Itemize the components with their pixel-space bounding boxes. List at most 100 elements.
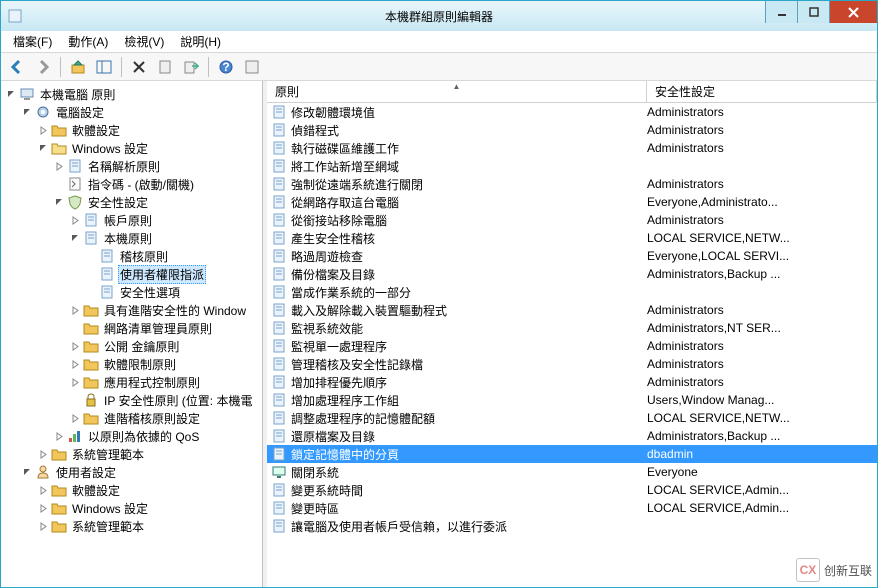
help-button[interactable]: ? [214,55,238,79]
expand-icon[interactable] [67,302,83,318]
policy-row[interactable]: 監視系統效能Administrators,NT SER... [267,319,877,337]
expand-icon[interactable] [67,338,83,354]
column-policy[interactable]: 原則▲ [267,81,647,102]
policy-row[interactable]: 修改韌體環境值Administrators [267,103,877,121]
export-button[interactable] [179,55,203,79]
minimize-button[interactable] [765,1,797,23]
up-button[interactable] [66,55,90,79]
policy-row[interactable]: 鎖定記憶體中的分頁dbadmin [267,445,877,463]
collapse-icon[interactable] [3,86,19,102]
policy-row[interactable]: 監視單一處理程序Administrators [267,337,877,355]
maximize-button[interactable] [797,1,829,23]
policy-row[interactable]: 關閉系統Everyone [267,463,877,481]
tree-local[interactable]: 本機原則 [3,229,262,247]
menu-file[interactable]: 檔案(F) [7,31,58,52]
policy-row[interactable]: 執行磁碟區維護工作Administrators [267,139,877,157]
tree-computer[interactable]: 電腦設定 [3,103,262,121]
tree-qos[interactable]: 以原則為依據的 QoS [3,427,262,445]
collapse-icon[interactable] [19,104,35,120]
policy-row[interactable]: 從網路存取這台電腦Everyone,Administrato... [267,193,877,211]
tree-root[interactable]: 本機電腦 原則 [3,85,262,103]
tree-softrestrict[interactable]: 軟體限制原則 [3,355,262,373]
expand-icon[interactable] [35,500,51,516]
tree-secset[interactable]: 安全性設定 [3,193,262,211]
tree-software[interactable]: 軟體設定 [3,121,262,139]
tree-advaudit[interactable]: 進階稽核原則設定 [3,409,262,427]
collapse-icon[interactable] [19,464,35,480]
expand-icon[interactable] [35,122,51,138]
tree-scripts[interactable]: 指令碼 - (啟動/關機) [3,175,262,193]
policy-row[interactable]: 產生安全性稽核LOCAL SERVICE,NETW... [267,229,877,247]
menu-action[interactable]: 動作(A) [62,31,114,52]
tree-userrights[interactable]: 使用者權限指派 [3,265,262,283]
tree-windows[interactable]: Windows 設定 [3,139,262,157]
policy-row[interactable]: 將工作站新增至網域 [267,157,877,175]
policy-name: 將工作站新增至網域 [291,158,647,175]
policy-row[interactable]: 管理稽核及安全性記錄檔Administrators [267,355,877,373]
delete-button[interactable] [127,55,151,79]
policy-value: Administrators [647,339,877,353]
menu-help[interactable]: 說明(H) [174,31,227,52]
expand-icon[interactable] [51,158,67,174]
tree-pubkey[interactable]: 公開 金鑰原則 [3,337,262,355]
policy-row[interactable]: 備份檔案及目錄Administrators,Backup ... [267,265,877,283]
policy-icon [99,266,115,282]
tree-nameres[interactable]: 名稱解析原則 [3,157,262,175]
policy-value: LOCAL SERVICE,Admin... [647,483,877,497]
tree-admintmpl[interactable]: 系統管理範本 [3,445,262,463]
policy-icon [67,158,83,174]
policy-row[interactable]: 略過周遊檢查Everyone,LOCAL SERVI... [267,247,877,265]
policy-row[interactable]: 變更時區LOCAL SERVICE,Admin... [267,499,877,517]
expand-icon[interactable] [35,446,51,462]
policy-row[interactable]: 載入及解除載入裝置驅動程式Administrators [267,301,877,319]
policy-icon [99,248,115,264]
policy-row[interactable]: 增加處理程序工作組Users,Window Manag... [267,391,877,409]
policy-row[interactable]: 還原檔案及目錄Administrators,Backup ... [267,427,877,445]
menu-view[interactable]: 檢視(V) [118,31,170,52]
tree-audit[interactable]: 稽核原則 [3,247,262,265]
policy-row[interactable]: 強制從遠端系統進行關閉Administrators [267,175,877,193]
expand-icon[interactable] [67,356,83,372]
tree-pane[interactable]: 本機電腦 原則電腦設定軟體設定Windows 設定名稱解析原則指令碼 - (啟動… [1,81,263,587]
expand-icon[interactable] [67,374,83,390]
tree-uwindows[interactable]: Windows 設定 [3,499,262,517]
expand-icon[interactable] [67,410,83,426]
column-security[interactable]: 安全性設定 [647,81,877,102]
tree-label: 安全性設定 [86,194,150,211]
collapse-icon[interactable] [67,230,83,246]
tree-usoftware[interactable]: 軟體設定 [3,481,262,499]
policy-row[interactable]: 偵錯程式Administrators [267,121,877,139]
expand-icon[interactable] [35,518,51,534]
policy-row[interactable]: 從銜接站移除電腦Administrators [267,211,877,229]
tree-label: Windows 設定 [70,500,150,517]
policy-row[interactable]: 增加排程優先順序Administrators [267,373,877,391]
policy-row[interactable]: 當成作業系統的一部分 [267,283,877,301]
policy-row[interactable]: 變更系統時間LOCAL SERVICE,Admin... [267,481,877,499]
collapse-icon[interactable] [35,140,51,156]
expand-icon[interactable] [67,212,83,228]
tree-ipsec[interactable]: IP 安全性原則 (位置: 本機電 [3,391,262,409]
refresh-button[interactable] [240,55,264,79]
collapse-icon[interactable] [51,194,67,210]
expand-icon[interactable] [35,482,51,498]
policy-value: Everyone,Administrato... [647,195,877,209]
tree-account[interactable]: 帳戶原則 [3,211,262,229]
forward-button[interactable] [31,55,55,79]
properties-button[interactable] [153,55,177,79]
tree-user[interactable]: 使用者設定 [3,463,262,481]
titlebar[interactable]: 本機群組原則編輯器 [1,1,877,31]
policy-row[interactable]: 調整處理程序的記憶體配額LOCAL SERVICE,NETW... [267,409,877,427]
show-tree-button[interactable] [92,55,116,79]
back-button[interactable] [5,55,29,79]
tree-label: 安全性選項 [118,284,182,301]
policy-value: Everyone [647,465,877,479]
policy-list[interactable]: 修改韌體環境值Administrators偵錯程式Administrators執… [267,103,877,587]
close-button[interactable] [829,1,877,23]
tree-advfw[interactable]: 具有進階安全性的 Window [3,301,262,319]
expand-icon[interactable] [51,428,67,444]
tree-uadmintmpl[interactable]: 系統管理範本 [3,517,262,535]
policy-row[interactable]: 讓電腦及使用者帳戶受信賴，以進行委派 [267,517,877,535]
tree-secopt[interactable]: 安全性選項 [3,283,262,301]
tree-appctrl[interactable]: 應用程式控制原則 [3,373,262,391]
tree-netlist[interactable]: 網路清單管理員原則 [3,319,262,337]
